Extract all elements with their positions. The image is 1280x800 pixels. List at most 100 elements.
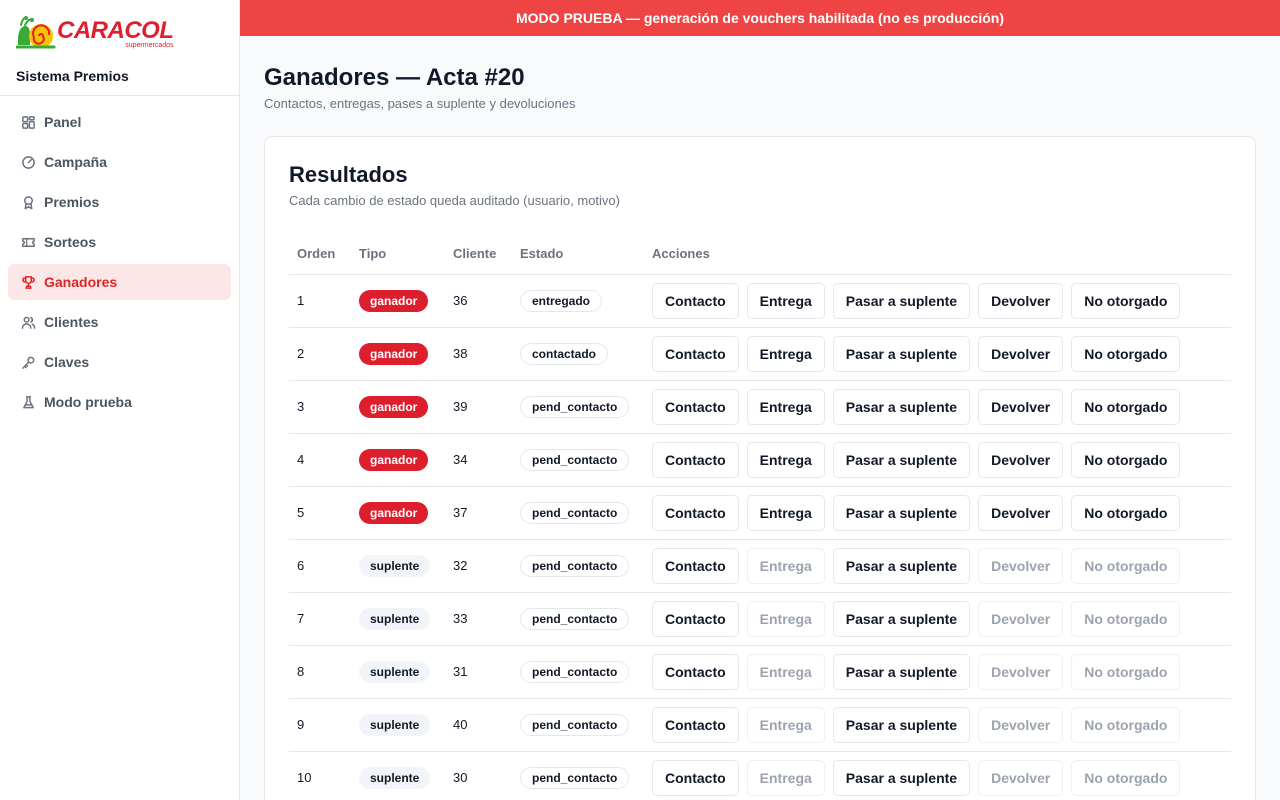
cell-estado: pend_contacto <box>512 380 644 434</box>
contacto-button[interactable]: Contacto <box>652 653 739 690</box>
sidebar-item-premios[interactable]: Premios <box>8 184 231 220</box>
cell-orden: 10 <box>289 751 351 800</box>
devolver-button[interactable]: Devolver <box>978 441 1064 478</box>
no-otorgado-button[interactable]: No otorgado <box>1071 441 1181 478</box>
tipo-badge: ganador <box>359 289 429 312</box>
devolver-button[interactable]: Devolver <box>978 282 1064 319</box>
cell-estado: pend_contacto <box>512 751 644 800</box>
entrega-button[interactable]: Entrega <box>746 282 825 319</box>
contacto-button[interactable]: Contacto <box>652 547 739 584</box>
contacto-button[interactable]: Contacto <box>652 759 739 796</box>
table-row: 3 ganador 39 pend_contacto Contacto Entrega Pa… <box>289 380 1231 434</box>
pasar-a-suplente-button[interactable]: Pasar a suplente <box>832 600 971 637</box>
cell-cliente: 30 <box>445 751 512 800</box>
entrega-button[interactable]: Entrega <box>746 335 825 372</box>
cell-cliente: 32 <box>445 539 512 593</box>
cell-acciones: Contacto Entrega Pasar a suplente Devolver N… <box>644 592 1231 646</box>
contacto-button[interactable]: Contacto <box>652 282 739 319</box>
cell-cliente: 37 <box>445 486 512 540</box>
pasar-a-suplente-button[interactable]: Pasar a suplente <box>832 335 971 372</box>
sidebar-item-label: Premios <box>44 194 100 210</box>
caracol-logo[interactable]: CARACOL supermercados <box>16 14 223 54</box>
entrega-button[interactable]: Entrega <box>746 388 825 425</box>
tipo-badge: ganador <box>359 395 429 418</box>
cell-orden: 9 <box>289 698 351 752</box>
cell-orden: 2 <box>289 327 351 381</box>
pasar-a-suplente-button[interactable]: Pasar a suplente <box>832 706 971 743</box>
col-header-tipo: Tipo <box>351 234 445 275</box>
cell-tipo: ganador <box>351 274 445 328</box>
main-content: Ganadores — Acta #20 Contactos, entregas… <box>240 36 1280 800</box>
contacto-button[interactable]: Contacto <box>652 335 739 372</box>
pasar-a-suplente-button[interactable]: Pasar a suplente <box>832 388 971 425</box>
cell-estado: pend_contacto <box>512 486 644 540</box>
gauge-icon <box>20 154 36 170</box>
contacto-button[interactable]: Contacto <box>652 494 739 531</box>
estado-badge: pend_contacto <box>520 607 630 630</box>
devolver-button[interactable]: Devolver <box>978 388 1064 425</box>
estado-badge: pend_contacto <box>520 395 630 418</box>
no-otorgado-button[interactable]: No otorgado <box>1071 282 1181 319</box>
trophy-icon <box>20 274 36 290</box>
pasar-a-suplente-button[interactable]: Pasar a suplente <box>832 759 971 796</box>
row-actions: Contacto Entrega Pasar a suplente Devolver N… <box>652 547 1231 584</box>
row-actions: Contacto Entrega Pasar a suplente Devolver N… <box>652 653 1231 690</box>
tipo-badge: suplente <box>359 554 431 577</box>
cell-acciones: Contacto Entrega Pasar a suplente Devolver N… <box>644 539 1231 593</box>
devolver-button: Devolver <box>978 653 1064 690</box>
devolver-button: Devolver <box>978 759 1064 796</box>
brand: CARACOL supermercados Sistema Premios <box>0 0 239 96</box>
devolver-button[interactable]: Devolver <box>978 335 1064 372</box>
no-otorgado-button[interactable]: No otorgado <box>1071 388 1181 425</box>
row-actions: Contacto Entrega Pasar a suplente Devolver N… <box>652 706 1231 743</box>
cell-orden: 4 <box>289 433 351 487</box>
cell-estado: pend_contacto <box>512 698 644 752</box>
contacto-button[interactable]: Contacto <box>652 600 739 637</box>
sidebar: CARACOL supermercados Sistema Premios Pa… <box>0 0 240 800</box>
contacto-button[interactable]: Contacto <box>652 706 739 743</box>
table-row: 6 suplente 32 pend_contacto Contacto Entrega P… <box>289 539 1231 593</box>
entrega-button: Entrega <box>746 600 825 637</box>
estado-badge: pend_contacto <box>520 713 630 736</box>
sidebar-item-label: Modo prueba <box>44 394 132 410</box>
pasar-a-suplente-button[interactable]: Pasar a suplente <box>832 282 971 319</box>
devolver-button: Devolver <box>978 547 1064 584</box>
no-otorgado-button[interactable]: No otorgado <box>1071 494 1181 531</box>
sidebar-item-clientes[interactable]: Clientes <box>8 304 231 340</box>
pasar-a-suplente-button[interactable]: Pasar a suplente <box>832 441 971 478</box>
cell-estado: pend_contacto <box>512 433 644 487</box>
logo-word: CARACOL <box>57 16 174 44</box>
no-otorgado-button[interactable]: No otorgado <box>1071 335 1181 372</box>
estado-badge: pend_contacto <box>520 766 630 789</box>
cell-estado: contactado <box>512 327 644 381</box>
sidebar-item-modo-prueba[interactable]: Modo prueba <box>8 384 231 420</box>
sidebar-item-panel[interactable]: Panel <box>8 104 231 140</box>
sidebar-item-sorteos[interactable]: Sorteos <box>8 224 231 260</box>
col-header-cliente: Cliente <box>445 234 512 275</box>
contacto-button[interactable]: Contacto <box>652 388 739 425</box>
entrega-button[interactable]: Entrega <box>746 494 825 531</box>
cell-tipo: suplente <box>351 539 445 593</box>
cell-acciones: Contacto Entrega Pasar a suplente Devolver N… <box>644 433 1231 487</box>
pasar-a-suplente-button[interactable]: Pasar a suplente <box>832 494 971 531</box>
cell-estado: pend_contacto <box>512 539 644 593</box>
winners-table: Orden Tipo Cliente Estado Acciones 1 gana… <box>289 234 1231 800</box>
pasar-a-suplente-button[interactable]: Pasar a suplente <box>832 653 971 690</box>
contacto-button[interactable]: Contacto <box>652 441 739 478</box>
devolver-button[interactable]: Devolver <box>978 494 1064 531</box>
no-otorgado-button: No otorgado <box>1071 706 1181 743</box>
app-name: Sistema Premios <box>16 68 129 84</box>
sidebar-item-ganadores[interactable]: Ganadores <box>8 264 231 300</box>
cell-acciones: Contacto Entrega Pasar a suplente Devolver N… <box>644 380 1231 434</box>
ticket-icon <box>20 234 36 250</box>
sidebar-item-label: Panel <box>44 114 82 130</box>
table-row: 1 ganador 36 entregado Contacto Entrega Pasar … <box>289 274 1231 328</box>
pasar-a-suplente-button[interactable]: Pasar a suplente <box>832 547 971 584</box>
no-otorgado-button: No otorgado <box>1071 547 1181 584</box>
sidebar-item-claves[interactable]: Claves <box>8 344 231 380</box>
entrega-button[interactable]: Entrega <box>746 441 825 478</box>
sidebar-item-campana[interactable]: Campaña <box>8 144 231 180</box>
cell-tipo: ganador <box>351 380 445 434</box>
card-title: Resultados <box>289 162 408 187</box>
entrega-button: Entrega <box>746 547 825 584</box>
